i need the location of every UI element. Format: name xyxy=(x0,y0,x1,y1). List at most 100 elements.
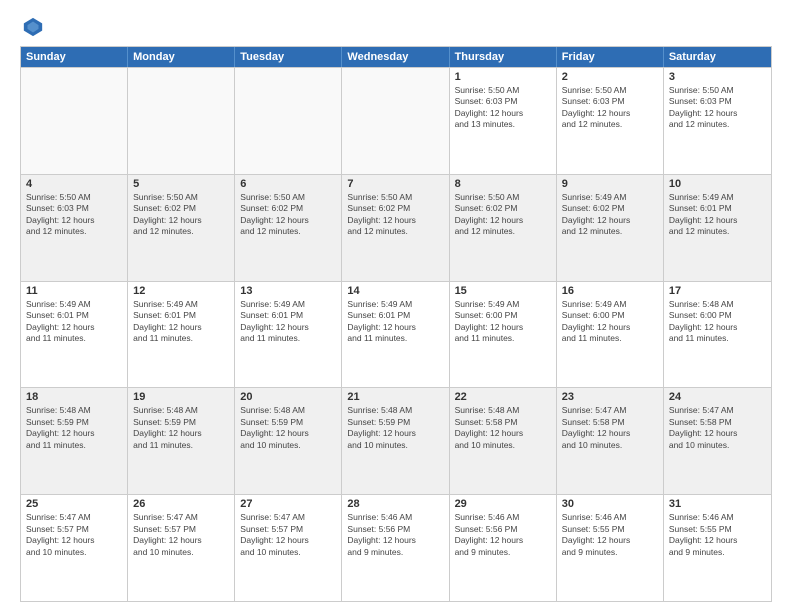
day-number: 7 xyxy=(347,178,443,190)
calendar-cell: 25 Sunrise: 5:47 AMSunset: 5:57 PMDayligh… xyxy=(21,495,128,601)
cell-info: Sunrise: 5:47 AMSunset: 5:58 PMDaylight:… xyxy=(562,405,658,451)
cell-info: Sunrise: 5:49 AMSunset: 6:01 PMDaylight:… xyxy=(347,299,443,345)
cell-info: Sunrise: 5:47 AMSunset: 5:58 PMDaylight:… xyxy=(669,405,766,451)
cell-info: Sunrise: 5:46 AMSunset: 5:55 PMDaylight:… xyxy=(669,512,766,558)
day-number: 23 xyxy=(562,391,658,403)
calendar-cell: 16 Sunrise: 5:49 AMSunset: 6:00 PMDayligh… xyxy=(557,282,664,388)
header-cell-tuesday: Tuesday xyxy=(235,47,342,67)
day-number: 15 xyxy=(455,285,551,297)
calendar-cell: 23 Sunrise: 5:47 AMSunset: 5:58 PMDayligh… xyxy=(557,388,664,494)
day-number: 3 xyxy=(669,71,766,83)
cell-info: Sunrise: 5:50 AMSunset: 6:03 PMDaylight:… xyxy=(562,85,658,131)
calendar-cell: 9 Sunrise: 5:49 AMSunset: 6:02 PMDaylight… xyxy=(557,175,664,281)
day-number: 4 xyxy=(26,178,122,190)
cell-info: Sunrise: 5:50 AMSunset: 6:03 PMDaylight:… xyxy=(669,85,766,131)
calendar-cell: 15 Sunrise: 5:49 AMSunset: 6:00 PMDayligh… xyxy=(450,282,557,388)
calendar-cell: 13Sunrise: 5:49 AMSunset: 6:01 PMDayligh… xyxy=(235,282,342,388)
page: SundayMondayTuesdayWednesdayThursdayFrid… xyxy=(0,0,792,612)
calendar-cell: 21 Sunrise: 5:48 AMSunset: 5:59 PMDayligh… xyxy=(342,388,449,494)
day-number: 24 xyxy=(669,391,766,403)
cell-info: Sunrise: 5:47 AMSunset: 5:57 PMDaylight:… xyxy=(133,512,229,558)
calendar-cell: 28 Sunrise: 5:46 AMSunset: 5:56 PMDayligh… xyxy=(342,495,449,601)
cell-info: Sunrise: 5:49 AMSunset: 6:00 PMDaylight:… xyxy=(562,299,658,345)
calendar-cell: 1Sunrise: 5:50 AMSunset: 6:03 PMDaylight… xyxy=(450,68,557,174)
day-number: 28 xyxy=(347,498,443,510)
day-number: 30 xyxy=(562,498,658,510)
logo xyxy=(20,16,46,38)
calendar-cell: 14 Sunrise: 5:49 AMSunset: 6:01 PMDayligh… xyxy=(342,282,449,388)
day-number: 10 xyxy=(669,178,766,190)
day-number: 18 xyxy=(26,391,122,403)
cell-info: Sunrise: 5:50 AMSunset: 6:03 PMDaylight:… xyxy=(26,192,122,238)
day-number: 5 xyxy=(133,178,229,190)
calendar-cell: 29 Sunrise: 5:46 AMSunset: 5:56 PMDayligh… xyxy=(450,495,557,601)
day-number: 20 xyxy=(240,391,336,403)
day-number: 26 xyxy=(133,498,229,510)
day-number: 29 xyxy=(455,498,551,510)
calendar-cell: 20 Sunrise: 5:48 AMSunset: 5:59 PMDayligh… xyxy=(235,388,342,494)
day-number: 1 xyxy=(455,71,551,83)
calendar-cell: 27 Sunrise: 5:47 AMSunset: 5:57 PMDayligh… xyxy=(235,495,342,601)
logo-icon xyxy=(22,16,44,38)
header-cell-monday: Monday xyxy=(128,47,235,67)
calendar-cell: 18 Sunrise: 5:48 AMSunset: 5:59 PMDayligh… xyxy=(21,388,128,494)
day-number: 27 xyxy=(240,498,336,510)
day-number: 9 xyxy=(562,178,658,190)
calendar-body: 1 Sunrise: 5:50 AMSunset: 6:03 PMDaylight… xyxy=(21,67,771,601)
calendar-cell: 2 Sunrise: 5:50 AMSunset: 6:03 PMDaylight… xyxy=(557,68,664,174)
calendar-cell xyxy=(235,68,342,174)
calendar-cell: 11 Sunrise: 5:49 AMSunset: 6:01 PMDayligh… xyxy=(21,282,128,388)
cell-info: Sunrise: 5:49 AMSunset: 6:01 PMDaylight:… xyxy=(240,299,336,345)
day-number: 8 xyxy=(455,178,551,190)
cell-info: Sunrise: 5:50 AMSunset: 6:02 PMDaylight:… xyxy=(455,192,551,238)
calendar-cell: 6Sunrise: 5:50 AMSunset: 6:02 PMDaylight… xyxy=(235,175,342,281)
cell-info: Sunrise: 5:49 AMSunset: 6:00 PMDaylight:… xyxy=(455,299,551,345)
cell-info: Sunrise: 5:48 AMSunset: 5:59 PMDaylight:… xyxy=(26,405,122,451)
calendar: SundayMondayTuesdayWednesdayThursdayFrid… xyxy=(20,46,772,602)
day-number: 16 xyxy=(562,285,658,297)
cell-info: Sunrise: 5:50 AMSunset: 6:02 PMDaylight:… xyxy=(133,192,229,238)
day-number: 21 xyxy=(347,391,443,403)
day-number: 17 xyxy=(669,285,766,297)
calendar-cell: 3 Sunrise: 5:50 AMSunset: 6:03 PMDaylight… xyxy=(664,68,771,174)
calendar-row-4: 25 Sunrise: 5:47 AMSunset: 5:57 PMDayligh… xyxy=(21,494,771,601)
calendar-row-1: 4 Sunrise: 5:50 AMSunset: 6:03 PMDaylight… xyxy=(21,174,771,281)
calendar-cell: 31 Sunrise: 5:46 AMSunset: 5:55 PMDayligh… xyxy=(664,495,771,601)
cell-info: Sunrise: 5:48 AMSunset: 5:58 PMDaylight:… xyxy=(455,405,551,451)
cell-info: Sunrise: 5:49 AMSunset: 6:01 PMDaylight:… xyxy=(133,299,229,345)
cell-info: Sunrise: 5:46 AMSunset: 5:56 PMDaylight:… xyxy=(347,512,443,558)
cell-info: Sunrise: 5:49 AMSunset: 6:02 PMDaylight:… xyxy=(562,192,658,238)
calendar-cell: 10 Sunrise: 5:49 AMSunset: 6:01 PMDayligh… xyxy=(664,175,771,281)
calendar-cell: 4 Sunrise: 5:50 AMSunset: 6:03 PMDaylight… xyxy=(21,175,128,281)
calendar-cell: 12Sunrise: 5:49 AMSunset: 6:01 PMDayligh… xyxy=(128,282,235,388)
day-number: 31 xyxy=(669,498,766,510)
cell-info: Sunrise: 5:48 AMSunset: 5:59 PMDaylight:… xyxy=(133,405,229,451)
cell-info: Sunrise: 5:48 AMSunset: 6:00 PMDaylight:… xyxy=(669,299,766,345)
calendar-cell: 5 Sunrise: 5:50 AMSunset: 6:02 PMDaylight… xyxy=(128,175,235,281)
calendar-cell: 26 Sunrise: 5:47 AMSunset: 5:57 PMDayligh… xyxy=(128,495,235,601)
cell-info: Sunrise: 5:47 AMSunset: 5:57 PMDaylight:… xyxy=(240,512,336,558)
day-number: 11 xyxy=(26,285,122,297)
header-cell-sunday: Sunday xyxy=(21,47,128,67)
cell-info: Sunrise: 5:50 AMSunset: 6:02 PMDaylight:… xyxy=(347,192,443,238)
cell-info: Sunrise: 5:49 AMSunset: 6:01 PMDaylight:… xyxy=(26,299,122,345)
day-number: 25 xyxy=(26,498,122,510)
day-number: 22 xyxy=(455,391,551,403)
cell-info: Sunrise: 5:46 AMSunset: 5:56 PMDaylight:… xyxy=(455,512,551,558)
cell-info: Sunrise: 5:46 AMSunset: 5:55 PMDaylight:… xyxy=(562,512,658,558)
cell-info: Sunrise: 5:47 AMSunset: 5:57 PMDaylight:… xyxy=(26,512,122,558)
calendar-cell: 30 Sunrise: 5:46 AMSunset: 5:55 PMDayligh… xyxy=(557,495,664,601)
header xyxy=(20,16,772,38)
day-number: 19 xyxy=(133,391,229,403)
day-number: 14 xyxy=(347,285,443,297)
cell-info: Sunrise: 5:48 AMSunset: 5:59 PMDaylight:… xyxy=(347,405,443,451)
calendar-cell: 22 Sunrise: 5:48 AMSunset: 5:58 PMDayligh… xyxy=(450,388,557,494)
day-number: 6 xyxy=(240,178,336,190)
header-cell-saturday: Saturday xyxy=(664,47,771,67)
calendar-cell xyxy=(21,68,128,174)
day-number: 2 xyxy=(562,71,658,83)
cell-info: Sunrise: 5:49 AMSunset: 6:01 PMDaylight:… xyxy=(669,192,766,238)
header-cell-wednesday: Wednesday xyxy=(342,47,449,67)
calendar-row-3: 18 Sunrise: 5:48 AMSunset: 5:59 PMDayligh… xyxy=(21,387,771,494)
cell-info: Sunrise: 5:48 AMSunset: 5:59 PMDaylight:… xyxy=(240,405,336,451)
